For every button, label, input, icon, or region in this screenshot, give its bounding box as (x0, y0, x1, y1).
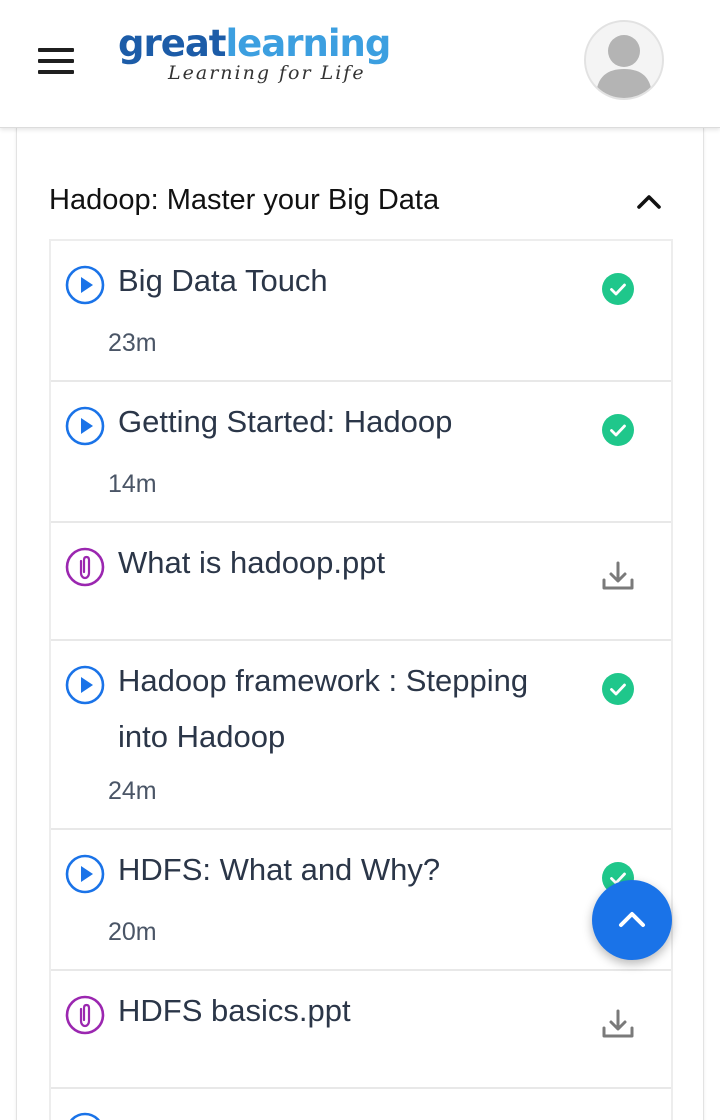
item-title: Hadoop framework : Stepping into Hadoop (118, 663, 529, 754)
check-circle-icon (602, 673, 634, 705)
play-circle-icon (65, 265, 105, 305)
item-duration: 24m (108, 777, 157, 805)
play-circle-icon (65, 854, 105, 894)
item-title: HDFS basics.ppt (118, 993, 351, 1028)
great-learning-logo[interactable]: greatlearning Learning for Life (118, 22, 428, 92)
list-item[interactable]: HDFS basics.ppt (51, 971, 671, 1089)
paperclip-icon (65, 995, 105, 1035)
logo-great: great (118, 22, 226, 65)
item-duration: 20m (108, 918, 157, 946)
item-title: Getting Started: Hadoop (118, 404, 453, 439)
download-icon[interactable] (600, 558, 636, 594)
play-circle-icon (65, 406, 105, 446)
list-item[interactable]: Big Data Touch 23m (51, 241, 671, 382)
item-title: What is hadoop.ppt (118, 545, 386, 580)
download-icon[interactable] (600, 1006, 636, 1042)
section-header[interactable]: Hadoop: Master your Big Data (17, 172, 705, 232)
paperclip-icon (65, 547, 105, 587)
check-circle-icon (602, 414, 634, 446)
item-duration: 14m (108, 470, 157, 498)
chevron-up-icon (619, 912, 645, 927)
play-circle-icon (65, 665, 105, 705)
logo-tagline: Learning for Life (168, 62, 366, 84)
app-header: greatlearning Learning for Life (0, 0, 720, 128)
list-item-partial[interactable] (51, 1089, 671, 1120)
item-duration: 23m (108, 329, 157, 357)
user-avatar-icon[interactable] (584, 20, 664, 100)
logo-learning: learning (225, 22, 391, 65)
course-card: Hadoop: Master your Big Data Big Data To… (16, 128, 704, 1120)
item-title: HDFS: What and Why? (118, 852, 441, 887)
logo-wordmark: greatlearning (118, 22, 428, 66)
scroll-to-top-button[interactable] (592, 880, 672, 960)
list-item[interactable]: Getting Started: Hadoop 14m (51, 382, 671, 523)
avatar-silhouette (596, 35, 652, 98)
list-item[interactable]: What is hadoop.ppt (51, 523, 671, 641)
list-item[interactable]: Hadoop framework : Stepping into Hadoop … (51, 641, 671, 830)
chevron-up-icon[interactable] (633, 186, 665, 218)
check-circle-icon (602, 273, 634, 305)
play-circle-icon (69, 1112, 101, 1120)
section-title: Hadoop: Master your Big Data (49, 184, 440, 216)
hamburger-menu-icon[interactable] (38, 48, 74, 74)
list-item[interactable]: HDFS: What and Why? 20m (51, 830, 671, 971)
item-title: Big Data Touch (118, 263, 328, 298)
module-list: Big Data Touch 23m Getting Started: Hado… (49, 239, 673, 1120)
